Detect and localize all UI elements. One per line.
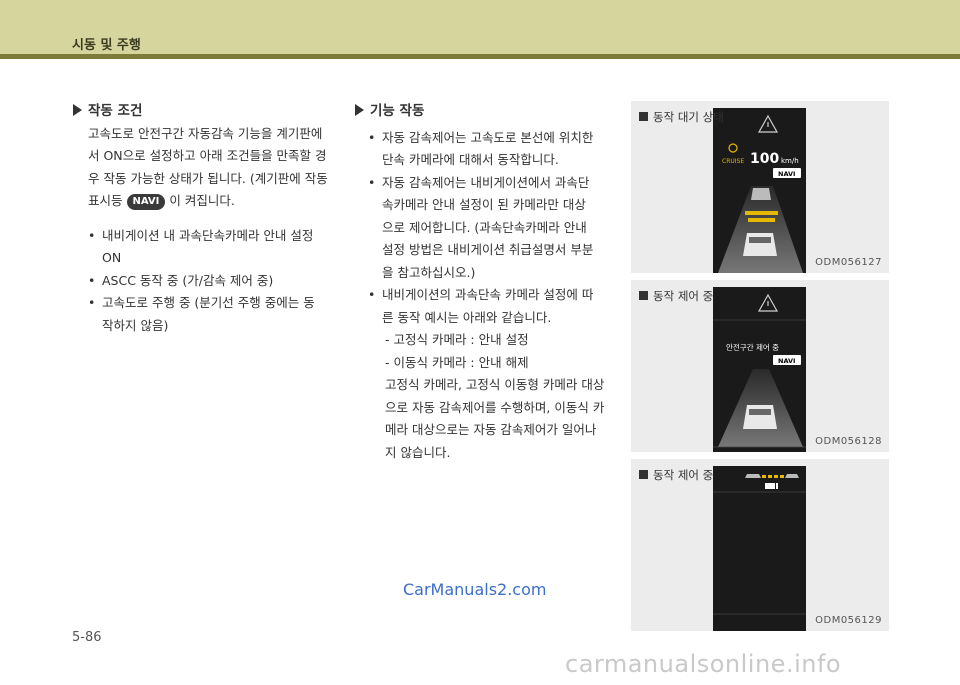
figure-label: 동작 제어 중 <box>653 289 714 303</box>
set-speed: 100 <box>750 151 779 167</box>
right-text-column: 기능 작동 자동 감속제어는 고속도로 본선에 위치한 단속 카메라에 대해서 … <box>355 100 615 464</box>
cluster-illustration <box>713 474 806 615</box>
camera-example-lines: - 고정식 카메라 : 안내 설정 - 이동식 카메라 : 안내 해제 고정식 … <box>385 332 605 460</box>
safe-zone-control-text: 안전구간 제어 중 <box>726 342 779 352</box>
figure-standby: CRUISE 100 km/h NAVI 동작 대기 상태 ODM056127 <box>631 101 889 273</box>
car-icon <box>785 474 799 478</box>
list-item: 고속도로 주행 중 (분기선 주행 중에는 동 작하지 않음) <box>88 292 338 337</box>
distance-bar <box>745 211 778 215</box>
list-item: 자동 감속제어는 고속도로 본선에 위치한 단속 카메라에 대해서 동작합니다. <box>368 127 615 172</box>
chapter-title: 시동 및 주행 <box>72 38 141 53</box>
speed-unit: km/h <box>781 157 799 165</box>
square-bullet-icon <box>639 291 648 300</box>
svg-text:NAVI: NAVI <box>778 170 795 178</box>
triangle-bullet-icon <box>73 104 82 116</box>
header-rule <box>0 54 960 59</box>
distance-bar <box>762 475 766 478</box>
figure-control: 안전구간 제어 중 NAVI 동작 제어 중 ODM056128 <box>631 280 889 452</box>
cruise-label: CRUISE <box>722 158 744 165</box>
left-column: 작동 조건 고속도로 안전구간 자동감속 기능을 계기판에 서 ON으로 설정하… <box>73 100 338 337</box>
distance-bar <box>768 475 772 478</box>
cluster-illustration: CRUISE 100 km/h NAVI <box>718 114 803 273</box>
figure-control-2: 동작 제어 중 ODM056129 <box>631 459 889 631</box>
distance-bar <box>780 475 784 478</box>
cruise-icon <box>728 143 738 153</box>
list-item: 내비게이션 내 과속단속카메라 안내 설정 ON <box>88 225 338 270</box>
operation-list: 자동 감속제어는 고속도로 본선에 위치한 단속 카메라에 대해서 동작합니다.… <box>355 127 615 330</box>
section-heading-conditions: 작동 조건 <box>73 100 338 123</box>
list-item: 자동 감속제어는 내비게이션에서 과속단 속카메라 안내 설정이 된 카메라만 … <box>368 172 615 285</box>
conditions-paragraph: 고속도로 안전구간 자동감속 기능을 계기판에 서 ON으로 설정하고 아래 조… <box>88 125 328 210</box>
cluster-illustration: 안전구간 제어 중 NAVI <box>713 293 806 448</box>
list-item: ASCC 동작 중 (가/감속 제어 중) <box>88 270 338 293</box>
distance-bar <box>748 218 775 222</box>
own-car-icon <box>743 405 777 429</box>
cluster-screen: 안전구간 제어 중 NAVI <box>713 287 806 452</box>
triangle-bullet-icon <box>355 104 364 116</box>
site-watermark: CarManuals2.com <box>403 580 547 599</box>
cluster-screen <box>713 466 806 631</box>
figure-code: ODM056127 <box>815 257 882 268</box>
lead-car-icon <box>745 474 761 478</box>
conditions-list: 내비게이션 내 과속단속카메라 안내 설정 ON ASCC 동작 중 (가/감속… <box>73 225 338 338</box>
list-item: 내비게이션의 과속단속 카메라 설정에 따 른 동작 예시는 아래와 같습니다. <box>368 284 615 329</box>
navi-indicator-badge: NAVI <box>126 194 166 210</box>
square-bullet-icon <box>639 112 648 121</box>
page-header: 시동 및 주행 <box>0 0 960 54</box>
svg-text:NAVI: NAVI <box>778 357 795 365</box>
navi-mini-tag <box>765 483 775 489</box>
footer-watermark: carmanualsonline.info <box>565 650 842 678</box>
cluster-screen: CRUISE 100 km/h NAVI <box>713 108 806 273</box>
own-car-icon <box>743 233 777 256</box>
distance-bar <box>774 475 778 478</box>
page-number: 5-86 <box>72 630 102 645</box>
section-heading-operation: 기능 작동 <box>355 100 615 123</box>
figure-label: 동작 제어 중 <box>653 468 714 482</box>
figure-code: ODM056129 <box>815 615 882 626</box>
figure-label: 동작 대기 상태 <box>653 110 724 124</box>
figure-code: ODM056128 <box>815 436 882 447</box>
lead-car-icon <box>751 188 771 200</box>
square-bullet-icon <box>639 470 648 479</box>
